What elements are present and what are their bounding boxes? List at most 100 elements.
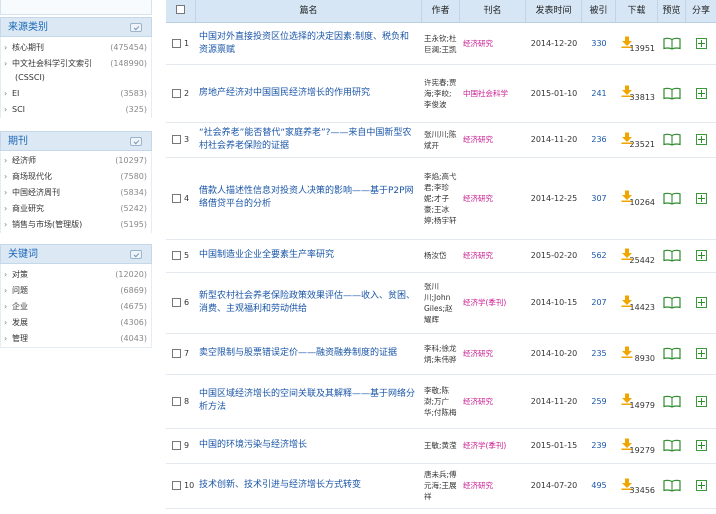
open-book-preview-icon[interactable] [663, 479, 681, 492]
article-title-link[interactable]: 借款人描述性信息对投资人决策的影响——基于P2P网络借贷平台的分析 [196, 157, 421, 239]
article-title-link[interactable]: 中国区域经济增长的空间关联及其解释——基于网络分析方法 [196, 374, 421, 428]
add-share-plus-icon[interactable] [695, 250, 707, 261]
row-checkbox[interactable] [172, 135, 181, 144]
column-header-journal[interactable]: 刊名 [460, 0, 526, 22]
add-share-plus-icon[interactable] [695, 297, 707, 308]
add-share-plus-icon[interactable] [695, 38, 707, 49]
row-checkbox[interactable] [172, 251, 181, 260]
journal-name-link[interactable]: 经济研究 [460, 23, 526, 64]
filter-item-cssci[interactable]: › 中文社会科学引文索引 (148990) [1, 56, 151, 72]
add-share-plus-icon[interactable] [695, 480, 707, 491]
add-share-plus-icon[interactable] [695, 87, 707, 99]
filter-item-cssci-sub[interactable]: (CSSCI) [1, 72, 151, 86]
article-authors[interactable]: 许宪春;贾海;李皎;李俊波 [422, 64, 460, 122]
journal-name-link[interactable]: 经济研究 [460, 333, 526, 374]
article-authors[interactable]: 王敏;黄滢 [422, 428, 460, 463]
select-all-checkbox[interactable] [176, 5, 185, 14]
row-checkbox[interactable] [172, 441, 181, 450]
add-share-plus-icon[interactable] [695, 192, 707, 204]
column-header-citations[interactable]: 被引 [582, 0, 616, 22]
open-book-preview-icon[interactable] [663, 133, 681, 146]
open-book-preview-icon[interactable] [663, 249, 681, 262]
filter-item-keyword[interactable]: › 对策 (12020) [1, 267, 151, 283]
filter-item-journal[interactable]: › 商业研究 (5242) [1, 201, 151, 217]
journal-name-link[interactable]: 经济学(季刊) [460, 272, 526, 333]
article-authors[interactable]: 唐未兵;傅元海;王展祥 [422, 463, 460, 508]
journal-name-link[interactable]: 中国社会科学 [460, 64, 526, 122]
journal-name-link[interactable]: 经济学(季刊) [460, 428, 526, 463]
section-header[interactable]: 来源类别 [0, 17, 152, 37]
filter-item-journal[interactable]: › 经济师 (10297) [1, 153, 151, 169]
journal-name-link[interactable]: 经济研究 [460, 239, 526, 272]
citation-count-link[interactable]: 241 [582, 64, 616, 122]
article-authors[interactable]: 李敬;陈澍;万广华;付陈梅 [422, 374, 460, 428]
citation-count-link[interactable]: 562 [582, 239, 616, 272]
citation-count-link[interactable]: 307 [582, 157, 616, 239]
journal-name-link[interactable]: 经济研究 [460, 122, 526, 157]
column-header-date[interactable]: 发表时间 [526, 0, 582, 22]
article-title-link[interactable]: 技术创新、技术引进与经济增长方式转变 [196, 463, 421, 508]
journal-name-link[interactable]: 经济研究 [460, 374, 526, 428]
row-checkbox[interactable] [172, 39, 181, 48]
download-icon[interactable] [621, 346, 633, 358]
article-title-link[interactable]: “社会养老”能否替代“家庭养老”?——来自中国新型农村社会养老保险的证据 [196, 122, 421, 157]
filter-item-journal[interactable]: › 销售与市场(管理版) (5195) [1, 217, 151, 233]
row-checkbox[interactable] [172, 193, 181, 203]
citation-count-link[interactable]: 239 [582, 428, 616, 463]
open-book-preview-icon[interactable] [663, 37, 681, 50]
citation-count-link[interactable]: 207 [582, 272, 616, 333]
add-share-plus-icon[interactable] [695, 348, 707, 359]
article-title-link[interactable]: 卖空限制与股票错误定价——融资融券制度的证据 [196, 333, 421, 374]
filter-item-sci[interactable]: › SCI (325) [1, 102, 151, 118]
row-checkbox[interactable] [172, 349, 181, 358]
row-checkbox[interactable] [172, 396, 181, 406]
add-share-plus-icon[interactable] [695, 395, 707, 407]
section-header[interactable]: 期刊 [0, 131, 152, 151]
section-header[interactable]: 关键词 [0, 244, 152, 264]
column-header-title[interactable]: 篇名 [196, 0, 422, 22]
filter-item-ei[interactable]: › EI (3583) [1, 86, 151, 102]
add-share-plus-icon[interactable] [695, 440, 707, 451]
citation-count-link[interactable]: 236 [582, 122, 616, 157]
citation-count-link[interactable]: 235 [582, 333, 616, 374]
filter-item-core-journals[interactable]: › 核心期刊 (475454) [1, 40, 151, 56]
column-header-author[interactable]: 作者 [422, 0, 460, 22]
article-title-link[interactable]: 中国的环境污染与经济增长 [196, 428, 421, 463]
column-header-downloads[interactable]: 下载 [616, 0, 658, 22]
article-title-link[interactable]: 中国对外直接投资区位选择的决定因素:制度、税负和资源禀赋 [196, 23, 421, 64]
open-book-preview-icon[interactable] [663, 439, 681, 452]
open-book-preview-icon[interactable] [663, 296, 681, 309]
collapse-toggle-icon[interactable] [130, 23, 142, 32]
row-checkbox[interactable] [172, 298, 181, 307]
journal-name-link[interactable]: 经济研究 [460, 157, 526, 239]
filter-item-keyword[interactable]: › 发展 (4306) [1, 315, 151, 331]
filter-item-keyword[interactable]: › 管理 (4043) [1, 331, 151, 347]
row-checkbox[interactable] [172, 88, 181, 98]
article-authors[interactable]: 李焰;高弋君;李珍妮;才子豪;王冰婷;杨宇轩 [422, 157, 460, 239]
collapse-toggle-icon[interactable] [130, 137, 142, 146]
citation-count-link[interactable]: 259 [582, 374, 616, 428]
article-authors[interactable]: 王永钦;杜巨澜;王凯 [422, 23, 460, 64]
journal-name-link[interactable]: 经济研究 [460, 463, 526, 508]
open-book-preview-icon[interactable] [663, 87, 681, 100]
open-book-preview-icon[interactable] [663, 347, 681, 360]
article-authors[interactable]: 张川川;John Giles;赵耀辉 [422, 272, 460, 333]
collapse-toggle-icon[interactable] [130, 250, 142, 259]
article-authors[interactable]: 张川川;陈斌开 [422, 122, 460, 157]
article-title-link[interactable]: 中国制造业企业全要素生产率研究 [196, 239, 421, 272]
add-share-plus-icon[interactable] [695, 134, 707, 145]
open-book-preview-icon[interactable] [663, 192, 681, 205]
citation-count-link[interactable]: 330 [582, 23, 616, 64]
filter-item-journal[interactable]: › 商场现代化 (7580) [1, 169, 151, 185]
article-title-link[interactable]: 房地产经济对中国国民经济增长的作用研究 [196, 64, 421, 122]
article-authors[interactable]: 杨汝岱 [422, 239, 460, 272]
article-authors[interactable]: 李科;徐龙炳;朱伟骅 [422, 333, 460, 374]
row-number: 1 [184, 39, 190, 48]
filter-item-keyword[interactable]: › 企业 (4675) [1, 299, 151, 315]
filter-item-keyword[interactable]: › 问题 (6869) [1, 283, 151, 299]
article-title-link[interactable]: 新型农村社会养老保险政策效果评估——收入、贫困、消费、主观福利和劳动供给 [196, 272, 421, 333]
filter-item-journal[interactable]: › 中国经济周刊 (5834) [1, 185, 151, 201]
citation-count-link[interactable]: 495 [582, 463, 616, 508]
row-checkbox[interactable] [172, 481, 181, 490]
open-book-preview-icon[interactable] [663, 395, 681, 408]
